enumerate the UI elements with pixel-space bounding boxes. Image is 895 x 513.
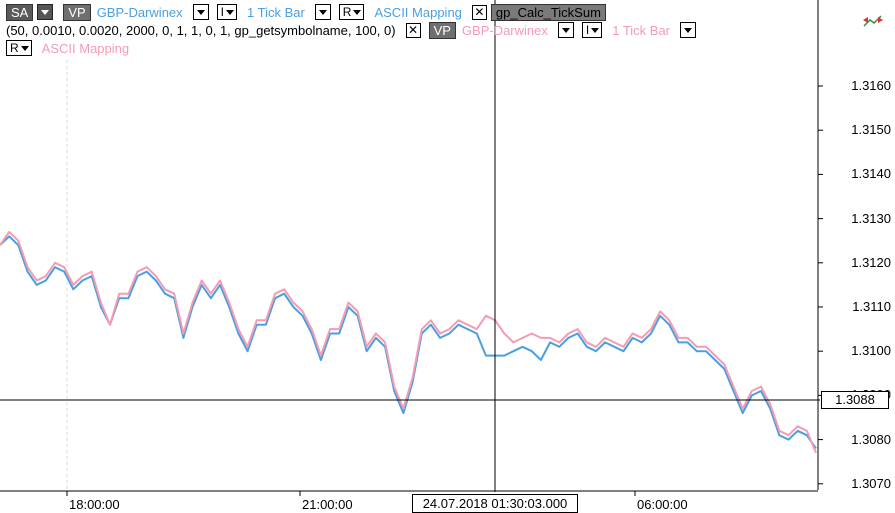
overlay-bar-type-label[interactable]: 1 Tick Bar <box>612 23 670 38</box>
time-tick-label: 06:00:00 <box>637 497 688 512</box>
time-tick-label: 21:00:00 <box>302 497 353 512</box>
series-line-ascii-mapping <box>0 230 817 454</box>
chart-header-row-1: SA VP GBP-Darwinex I 1 Tick Bar R ASCII … <box>6 3 606 21</box>
bar-type-button[interactable]: I <box>216 4 237 20</box>
vp-tag[interactable]: VP <box>63 3 91 21</box>
chart-header-row-3: R ASCII Mapping <box>6 39 135 57</box>
close-icon[interactable]: ✕ <box>471 4 487 20</box>
indicator-params: (50, 0.0010, 0.0020, 2000, 0, 1, 1, 0, 1… <box>6 22 396 38</box>
price-tick-label: 1.3130 <box>851 210 891 226</box>
overlay-instrument-label[interactable]: GBP-Darwinex <box>462 23 548 38</box>
overlay-bar-type-button-label: I <box>585 23 590 37</box>
overlay-r-button-label: R <box>10 41 19 55</box>
price-tick-label: 1.3080 <box>851 431 891 447</box>
chevron-down-icon <box>20 46 29 52</box>
price-tick-label: 1.3070 <box>851 475 891 491</box>
time-tick-label: 18:00:00 <box>69 497 120 512</box>
bar-type-dropdown-button[interactable] <box>314 4 331 20</box>
indicator-name-tag[interactable]: gp_Calc_TickSum <box>490 3 606 21</box>
price-tick-label: 1.3100 <box>851 343 891 359</box>
close-icon[interactable]: ✕ <box>405 22 421 38</box>
price-tick-label: 1.3110 <box>852 299 891 314</box>
r-button[interactable]: R <box>338 4 365 20</box>
instrument-dropdown-button[interactable] <box>192 4 209 20</box>
overlay-bar-type-button[interactable]: I <box>581 22 603 38</box>
instrument-label[interactable]: GBP-Darwinex <box>97 5 183 20</box>
overlay-r-button[interactable]: R <box>6 40 32 56</box>
overlay-vp-tag[interactable]: VP <box>428 21 456 39</box>
crosshair-price-label: 1.3088 <box>821 391 889 409</box>
bar-type-button-label: I <box>220 5 224 19</box>
price-tick-label: 1.3150 <box>851 122 891 138</box>
price-tick-label: 1.3160 <box>851 78 891 93</box>
bar-type-label[interactable]: 1 Tick Bar <box>247 5 305 20</box>
chevron-down-icon <box>591 28 600 34</box>
chevron-down-icon <box>353 10 362 16</box>
price-tick-label: 1.3140 <box>851 166 891 182</box>
chart-header-row-2: (50, 0.0010, 0.0020, 2000, 0, 1, 1, 0, 1… <box>6 21 700 39</box>
sa-dropdown-button[interactable] <box>37 4 54 20</box>
chevron-down-icon <box>226 10 234 16</box>
price-chart[interactable] <box>0 0 895 513</box>
overlay-mapping-label[interactable]: ASCII Mapping <box>42 41 129 56</box>
scroll-arrows-icon[interactable] <box>862 10 884 30</box>
overlay-bar-type-dropdown-button[interactable] <box>680 22 697 38</box>
overlay-instrument-dropdown-button[interactable] <box>557 22 574 38</box>
sa-tag[interactable]: SA <box>6 3 34 21</box>
series-layer <box>0 230 817 454</box>
price-tick-label: 1.3120 <box>851 254 891 270</box>
r-button-label: R <box>342 5 352 19</box>
mapping-label[interactable]: ASCII Mapping <box>374 5 461 20</box>
tick-layer <box>66 85 823 496</box>
crosshair-time-label: 24.07.2018 01:30:03.000 <box>412 494 578 513</box>
